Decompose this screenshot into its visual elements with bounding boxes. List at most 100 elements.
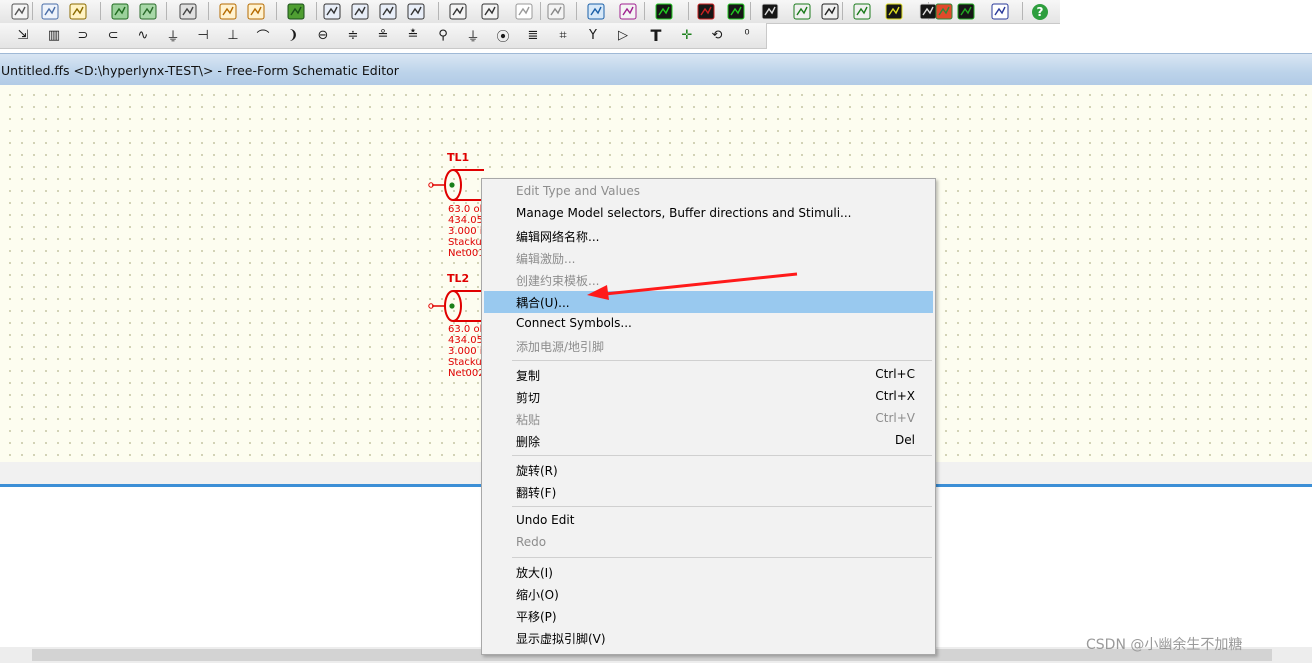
coupled-connector-icon[interactable]: ⌗ <box>552 24 574 46</box>
toolbar-separator <box>842 2 843 20</box>
menu-item-label: 编辑激励... <box>516 252 576 266</box>
menu-item[interactable]: 缩小(O) <box>484 583 933 605</box>
coupled-termination-icon[interactable]: ≗ <box>372 24 394 46</box>
menu-item: 粘贴 Ctrl+V <box>484 408 933 430</box>
power-icon[interactable]: ⏚ <box>462 24 484 46</box>
rc-termination-icon[interactable]: ≛ <box>402 24 424 46</box>
new-board-icon[interactable] <box>40 2 60 21</box>
zoom-fit-icon[interactable] <box>378 2 398 21</box>
diode-icon[interactable]: ❩ <box>282 24 304 46</box>
open-icon[interactable] <box>10 2 30 21</box>
refresh-icon[interactable]: ⟲ <box>706 24 728 46</box>
menu-item[interactable]: 翻转(F) <box>484 481 933 503</box>
touchstone-icon[interactable] <box>792 2 812 21</box>
power-map-icon[interactable] <box>934 2 954 21</box>
menu-item-label: 剪切 <box>516 391 541 405</box>
zoom-out-icon[interactable] <box>350 2 370 21</box>
zoom-in-icon[interactable] <box>322 2 342 21</box>
stackup-icon[interactable] <box>480 2 500 21</box>
net-list-icon[interactable] <box>448 2 468 21</box>
waveform-icon[interactable] <box>884 2 904 21</box>
buffer-icon[interactable]: ⊃ <box>72 24 94 46</box>
menu-item-label: Manage Model selectors, Buffer direction… <box>516 206 852 220</box>
ic-symbol-icon[interactable]: ▥ <box>43 24 65 46</box>
toolbar-separator <box>276 2 277 20</box>
toolbar-separator <box>644 2 645 20</box>
toolbar-separator <box>688 2 689 20</box>
bird-icon[interactable] <box>990 2 1010 21</box>
help-icon[interactable]: ? <box>1030 2 1050 21</box>
menu-item[interactable]: 旋转(R) <box>484 459 933 481</box>
svg-text:?: ? <box>1037 5 1044 19</box>
menu-item-label: Undo Edit <box>516 513 575 527</box>
menu-item[interactable]: 放大(I) <box>484 561 933 583</box>
capacitor-ground-icon[interactable]: ⊥ <box>222 24 244 46</box>
termination-icon[interactable]: ≑ <box>342 24 364 46</box>
document-title-bar[interactable]: Untitled.ffs <D:\hyperlynx-TEST\> - Free… <box>0 53 1312 85</box>
menu-item[interactable]: 编辑网络名称... <box>484 225 933 247</box>
board-wizard-icon[interactable] <box>110 2 130 21</box>
transmission-line-icon[interactable]: ⊖ <box>312 24 334 46</box>
ground-icon[interactable]: ⏚ <box>162 24 184 46</box>
inductor-icon[interactable]: ⌒ <box>252 24 274 46</box>
toolbar-separator <box>438 2 439 20</box>
menu-item[interactable]: 剪切 Ctrl+X <box>484 386 933 408</box>
model-icon[interactable]: ⁰ <box>736 24 758 46</box>
print-icon[interactable] <box>178 2 198 21</box>
smith-icon[interactable] <box>852 2 872 21</box>
terminator-wizard-icon[interactable] <box>286 2 306 21</box>
resistor-icon[interactable]: ∿ <box>132 24 154 46</box>
tl1-attr-net: Net001 <box>448 248 482 259</box>
via-icon[interactable]: ⦿ <box>492 24 514 46</box>
tl2-refdes[interactable]: TL2 <box>447 272 469 285</box>
open-folder-icon[interactable] <box>68 2 88 21</box>
menu-item[interactable]: 平移(P) <box>484 605 933 627</box>
toolbar-separator <box>32 2 33 20</box>
menu-item-label: 放大(I) <box>516 566 553 580</box>
s-parameter-icon[interactable] <box>760 2 780 21</box>
split-icon[interactable]: Y <box>582 24 604 46</box>
context-menu: Edit Type and Values Manage Model selecto… <box>481 178 936 655</box>
pan-icon[interactable] <box>406 2 426 21</box>
menu-item[interactable]: Manage Model selectors, Buffer direction… <box>484 203 933 225</box>
toolbar-separator <box>208 2 209 20</box>
tl1-transmission-line-symbol[interactable] <box>428 166 484 206</box>
text-tool-icon[interactable]: T <box>645 24 667 46</box>
tag-icon[interactable]: ▷ <box>612 24 634 46</box>
menu-item[interactable]: 复制 Ctrl+C <box>484 364 933 386</box>
crosshair-icon[interactable]: ✛ <box>676 24 698 46</box>
menu-item: Edit Type and Values <box>484 181 933 203</box>
tl2-transmission-line-symbol[interactable] <box>428 287 484 327</box>
connector-icon[interactable]: ≣ <box>522 24 544 46</box>
menu-item-label: 删除 <box>516 435 541 449</box>
menu-item-label: 编辑网络名称... <box>516 230 600 244</box>
driver-icon[interactable]: ⊂ <box>102 24 124 46</box>
menu-item[interactable]: 删除 Del <box>484 430 933 452</box>
blank-doc-icon[interactable] <box>514 2 534 21</box>
spectrum-icon[interactable] <box>696 2 716 21</box>
batch-icon[interactable] <box>618 2 638 21</box>
redo-icon[interactable] <box>246 2 266 21</box>
sweep-icon[interactable] <box>726 2 746 21</box>
signal-integrity-icon[interactable] <box>546 2 566 21</box>
menu-item-label: 添加电源/地引脚 <box>516 340 605 354</box>
probe-icon[interactable]: ⚲ <box>432 24 454 46</box>
export-icon[interactable] <box>138 2 158 21</box>
tl2-attr-impedance: 63.0 ohms <box>448 324 482 335</box>
main-toolbar: ? <box>0 0 1060 24</box>
eye-diagram-icon[interactable] <box>654 2 674 21</box>
menu-item[interactable]: Undo Edit <box>484 510 933 532</box>
toolbar-separator <box>576 2 577 20</box>
undo-icon[interactable] <box>218 2 238 21</box>
tl2-attr-delay: 434.05 ps <box>448 335 482 346</box>
tl1-refdes[interactable]: TL1 <box>447 151 469 164</box>
select-tool-icon[interactable]: ⇲ <box>12 24 34 46</box>
document-title: Untitled.ffs <D:\hyperlynx-TEST\> - Free… <box>1 63 399 78</box>
menu-item[interactable]: 显示虚拟引脚(V) <box>484 627 933 649</box>
capacitor-icon[interactable]: ⊣ <box>192 24 214 46</box>
ibis-icon[interactable] <box>956 2 976 21</box>
menu-item[interactable]: Connect Symbols... <box>484 313 933 335</box>
oscilloscope-icon[interactable] <box>586 2 606 21</box>
menu-item-label: 复制 <box>516 369 541 383</box>
fft-icon[interactable] <box>820 2 840 21</box>
